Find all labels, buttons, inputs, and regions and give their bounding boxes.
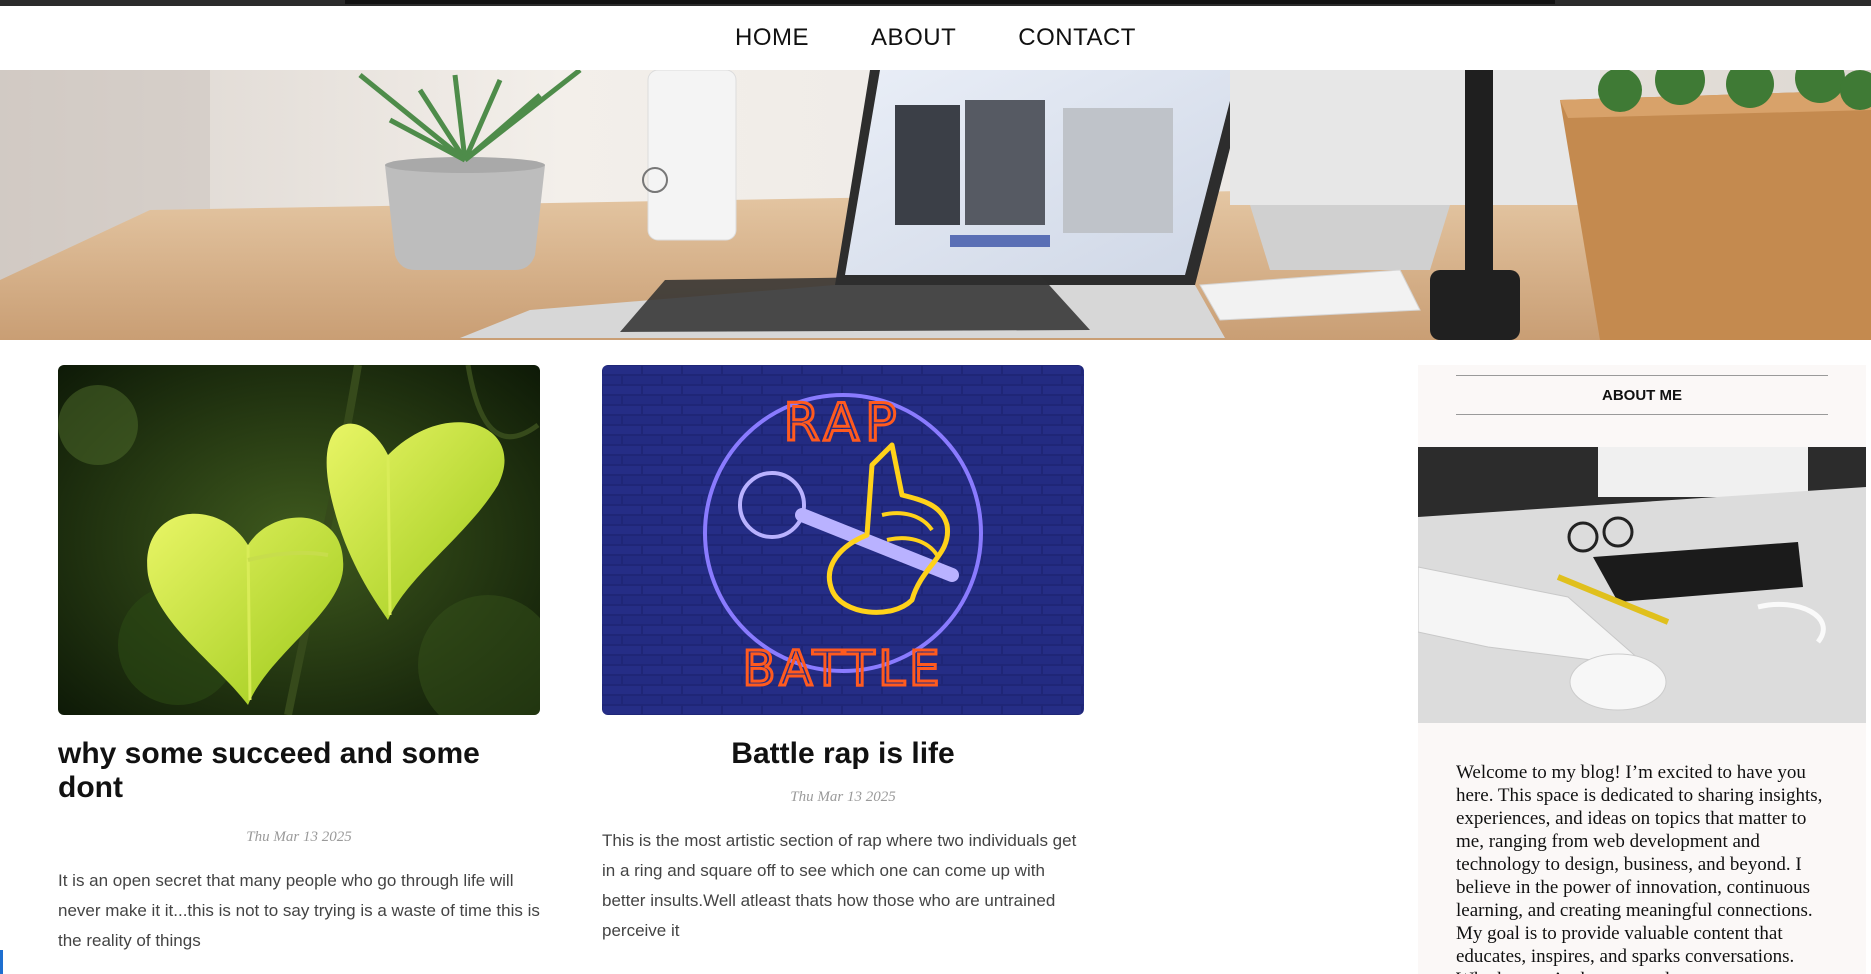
desk-workspace-image — [1418, 447, 1866, 723]
post-date: Thu Mar 13 2025 — [790, 789, 896, 805]
about-me-heading: ABOUT ME — [1456, 375, 1828, 415]
rap-sign-text: RAP — [784, 393, 903, 453]
post-date: Thu Mar 13 2025 — [246, 829, 352, 845]
nav-contact-link[interactable]: CONTACT — [1018, 24, 1136, 52]
post-excerpt: This is the most artistic section of rap… — [602, 831, 1077, 940]
battle-sign-text: BATTLE — [743, 641, 944, 697]
nav-about-link[interactable]: ABOUT — [871, 24, 956, 52]
post-title[interactable]: why some succeed and some dont — [58, 737, 540, 805]
rap-battle-neon-sign-image[interactable]: RAP BATTLE — [602, 365, 1084, 715]
post-card[interactable]: RAP BATTLE Battle rap is life Thu Mar 13… — [602, 365, 1084, 946]
hero-banner-image — [0, 70, 1871, 340]
heart-leaf-plant-image[interactable] — [58, 365, 540, 715]
about-me-sidebar: ABOUT ME Welcome to my blog! I’m excited… — [1418, 365, 1866, 974]
about-me-bio: Welcome to my blog! I’m excited to have … — [1456, 762, 1823, 974]
nav-home-link[interactable]: HOME — [735, 24, 809, 52]
window-top-strip-mid — [345, 0, 1555, 4]
post-card[interactable]: why some succeed and some dont Thu Mar 1… — [58, 365, 540, 956]
main-nav: HOME ABOUT CONTACT — [0, 6, 1871, 70]
post-excerpt: It is an open secret that many people wh… — [58, 871, 540, 950]
post-title[interactable]: Battle rap is life — [602, 737, 1084, 771]
left-edge-accent — [0, 950, 3, 974]
